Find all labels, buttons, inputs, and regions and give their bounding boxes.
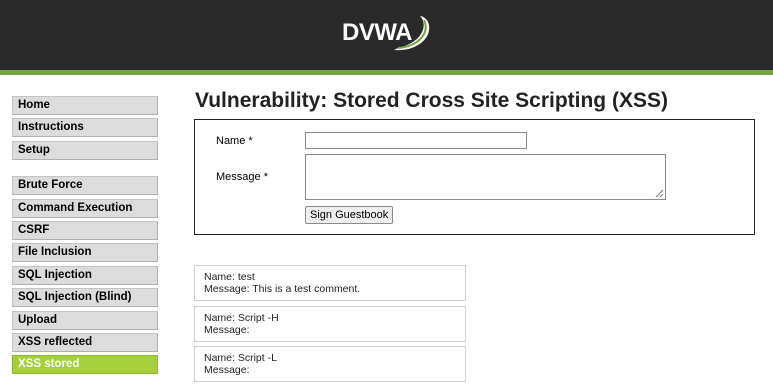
menu-spacer — [12, 163, 158, 176]
entry-message: Message: This is a test comment. — [204, 283, 361, 295]
dvwa-logo[interactable]: DVWA — [336, 10, 440, 62]
guestbook-entry: Name: Script -H Message: — [194, 305, 466, 342]
menu-item-instructions[interactable]: Instructions — [12, 118, 158, 138]
name-label: Name * — [216, 135, 253, 147]
header-bar: DVWA — [0, 0, 773, 70]
menu-item-setup[interactable]: Setup — [12, 140, 158, 160]
entry-name: Name: Script -H — [204, 311, 279, 324]
menu-group-vulnerabilities: Brute Force Command Execution CSRF File … — [12, 176, 158, 375]
menu-item-command-execution[interactable]: Command Execution — [12, 198, 158, 218]
menu-item-xss-stored[interactable]: XSS stored — [12, 355, 158, 375]
menu-item-file-inclusion[interactable]: File Inclusion — [12, 243, 158, 263]
menu-group-general: Home Instructions Setup — [12, 96, 158, 160]
main-menu: Home Instructions Setup Brute Force Comm… — [12, 96, 158, 378]
entry-message: Message: — [204, 323, 250, 336]
sign-guestbook-button[interactable]: Sign Guestbook — [305, 206, 394, 224]
menu-item-xss-reflected[interactable]: XSS reflected — [12, 332, 158, 352]
guestbook-entry: Name: test Message: This is a test comme… — [194, 265, 466, 301]
menu-item-csrf[interactable]: CSRF — [12, 220, 158, 240]
guestbook-entries: Name: test Message: This is a test comme… — [194, 265, 466, 387]
resize-grip-icon[interactable] — [655, 189, 664, 198]
message-label: Message * — [216, 171, 268, 183]
header-stripe — [0, 70, 773, 75]
logo-text: DVWA — [342, 19, 413, 46]
guestbook-entry: Name: Script -L Message: — [194, 346, 466, 382]
name-input[interactable] — [305, 132, 527, 149]
menu-item-brute-force[interactable]: Brute Force — [12, 176, 158, 196]
menu-item-sql-injection[interactable]: SQL Injection — [12, 265, 158, 285]
menu-item-home[interactable]: Home — [12, 96, 158, 115]
menu-item-upload[interactable]: Upload — [12, 310, 158, 330]
entry-name: Name: Script -L — [204, 352, 277, 364]
guestbook-form: Name * Message * Sign Guestbook — [194, 119, 755, 235]
menu-item-sql-injection-blind[interactable]: SQL Injection (Blind) — [12, 288, 158, 308]
entry-message: Message: — [204, 364, 250, 376]
entry-name: Name: test — [204, 271, 255, 283]
message-textarea[interactable] — [305, 154, 666, 200]
page-title: Vulnerability: Stored Cross Site Scripti… — [195, 89, 668, 112]
